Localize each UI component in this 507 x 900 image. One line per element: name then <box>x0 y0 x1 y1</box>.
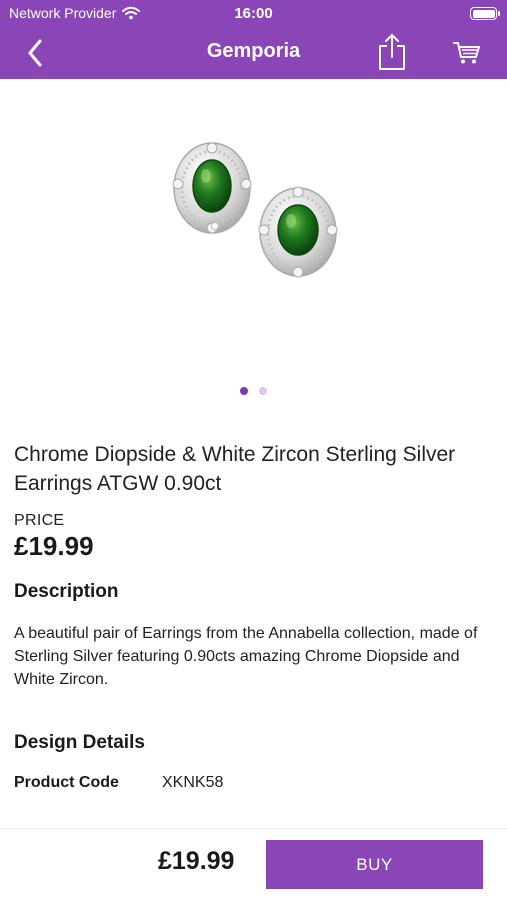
nav-bar: Gemporia <box>0 28 507 79</box>
design-details-heading: Design Details <box>14 732 145 753</box>
description-heading: Description <box>14 581 119 602</box>
status-time: 16:00 <box>234 5 273 22</box>
cart-icon <box>453 42 480 64</box>
detail-row-product-code: Product Code XKNK58 <box>14 774 494 792</box>
page-title: Gemporia <box>206 40 301 62</box>
page-dot-1[interactable] <box>240 387 248 395</box>
detail-label: Product Code <box>14 774 119 791</box>
share-icon <box>379 34 405 70</box>
battery-icon <box>470 7 500 20</box>
buy-button[interactable]: BUY <box>266 840 483 889</box>
price-value: £19.99 <box>14 531 94 561</box>
bottom-price: £19.99 <box>158 847 235 875</box>
right-earring <box>258 186 338 278</box>
app-header: Network Provider 16:00 Gemporia <box>0 0 507 79</box>
description-text: A beautiful pair of Earrings from the An… <box>14 625 478 688</box>
detail-value: XKNK58 <box>162 774 224 791</box>
share-button[interactable] <box>374 32 410 72</box>
page-dot-2[interactable] <box>259 387 267 395</box>
gallery-pagination <box>0 387 507 395</box>
status-bar: Network Provider 16:00 <box>0 0 507 28</box>
product-image-gallery[interactable] <box>0 79 507 409</box>
purchase-bar: £19.99 BUY <box>0 828 507 900</box>
product-details: Chrome Diopside & White Zircon Sterling … <box>14 440 494 792</box>
product-image <box>172 142 338 278</box>
cart-button[interactable] <box>449 36 485 70</box>
product-title: Chrome Diopside & White Zircon Sterling … <box>14 443 456 495</box>
price-label: PRICE <box>14 512 65 529</box>
left-earring <box>172 142 252 234</box>
